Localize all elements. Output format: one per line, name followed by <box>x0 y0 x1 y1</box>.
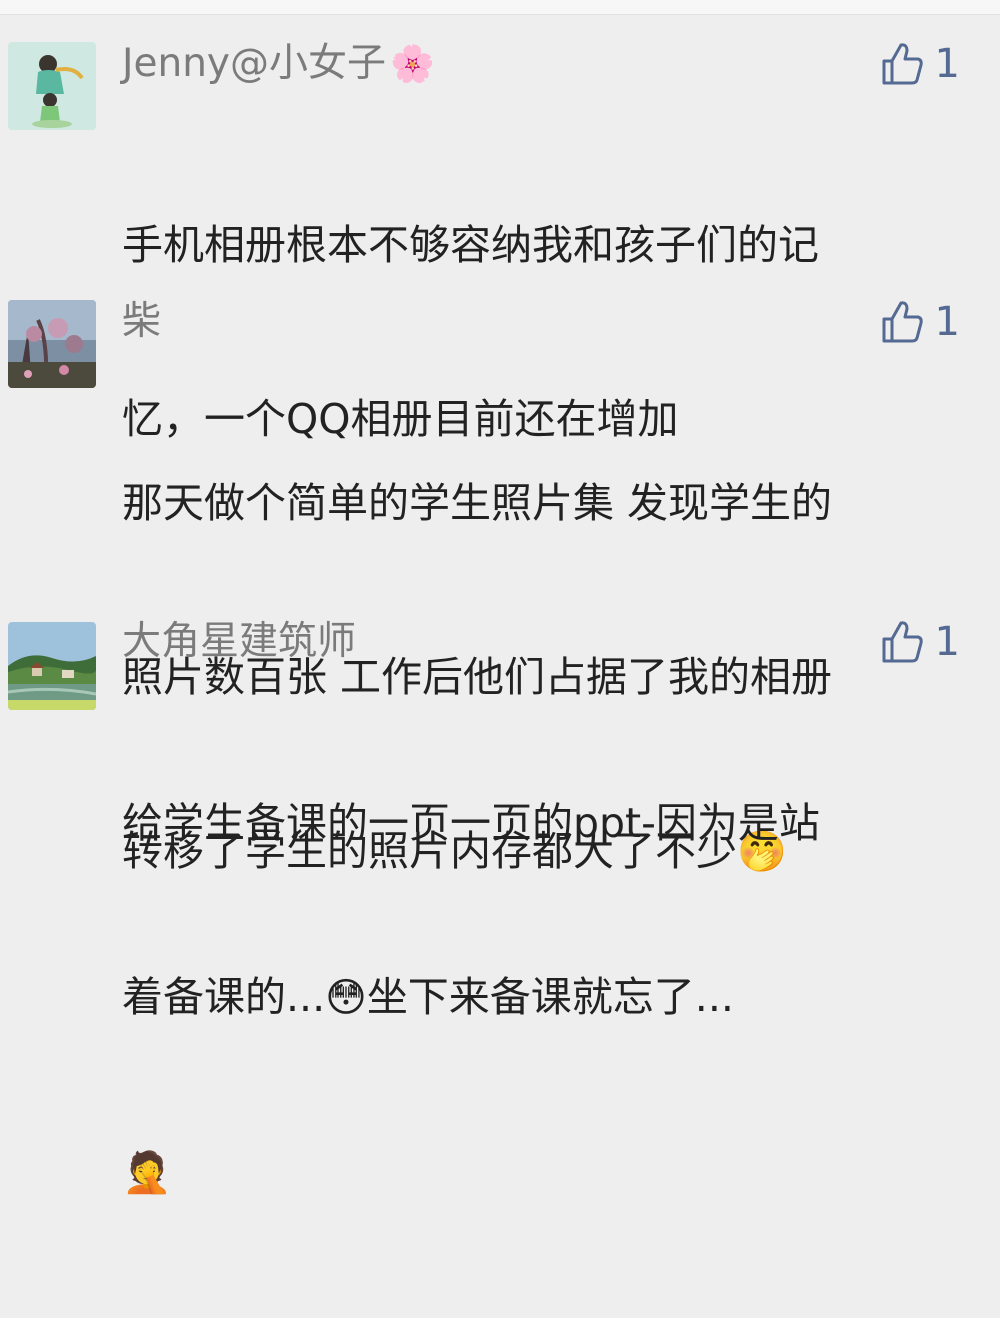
comment-line: 🤦 <box>122 1143 962 1202</box>
cherry-blossom-icon: 🌸 <box>390 44 435 85</box>
comment-line-text: 着备课的... <box>122 973 326 1021</box>
facepalm-icon: 🤦 <box>122 1150 172 1196</box>
comment-text: 给学生备课的一页一页的ppt-因为是站 着备课的...😳坐下来备课就忘了... … <box>122 678 962 1318</box>
comment-author[interactable]: Jenny@小女子 🌸 <box>122 38 435 91</box>
like-count: 1 <box>934 299 960 345</box>
comment-line-text: 坐下来备课就忘了... <box>366 973 734 1021</box>
avatar[interactable] <box>8 300 96 388</box>
top-divider <box>0 0 1000 15</box>
like-button[interactable]: 1 <box>879 616 960 668</box>
author-name: Jenny@小女子 <box>122 41 387 86</box>
like-count: 1 <box>934 619 960 665</box>
avatar[interactable] <box>8 622 96 710</box>
like-count: 1 <box>934 41 960 87</box>
comment-line: 着备课的...😳坐下来备课就忘了... <box>122 968 962 1027</box>
avatar[interactable] <box>8 42 96 130</box>
author-name: 大角星建筑师 <box>122 619 357 664</box>
comment-author[interactable]: 柴 <box>122 296 161 348</box>
author-name: 柴 <box>122 299 162 344</box>
like-button[interactable]: 1 <box>879 296 960 348</box>
like-button[interactable]: 1 <box>879 38 960 90</box>
comment-line: 给学生备课的一页一页的ppt-因为是站 <box>122 799 820 847</box>
comment-line: 那天做个简单的学生照片集 发现学生的 <box>122 479 833 527</box>
thumbs-up-icon <box>882 301 923 343</box>
flushed-face-icon: 😳 <box>325 975 367 1021</box>
comment-line: 手机相册根本不够容纳我和孩子们的记 <box>122 221 819 269</box>
thumbs-up-icon <box>882 621 923 663</box>
thumbs-up-icon <box>882 43 923 85</box>
comment-author[interactable]: 大角星建筑师 <box>122 616 356 668</box>
